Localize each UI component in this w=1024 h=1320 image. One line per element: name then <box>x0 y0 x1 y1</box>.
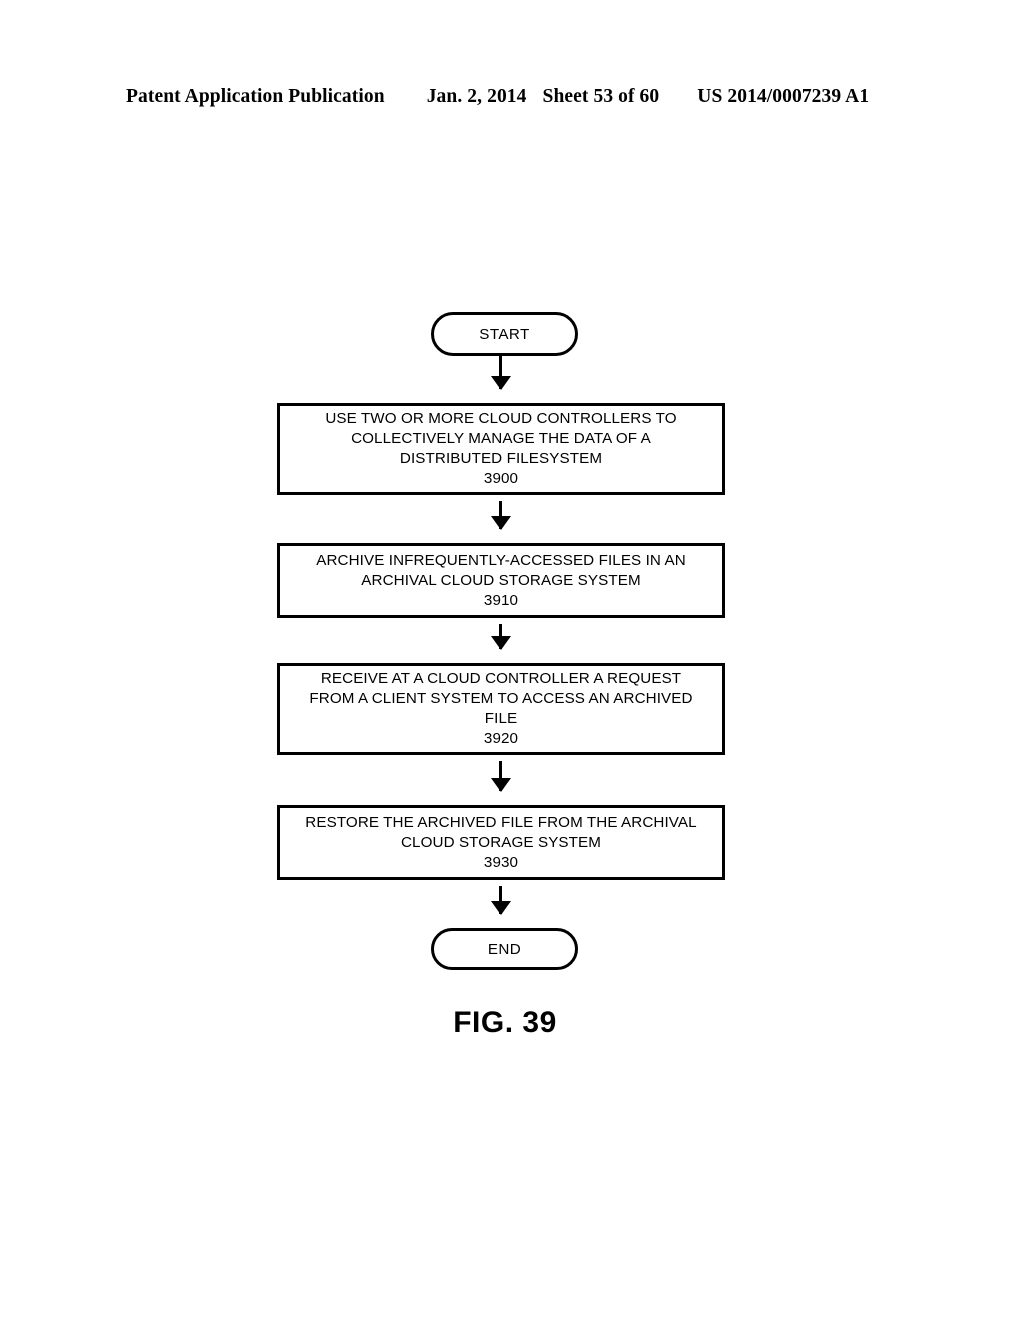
flow-node-3920: RECEIVE AT A CLOUD CONTROLLER A REQUEST … <box>277 663 728 758</box>
flow-node-3910: ARCHIVE INFREQUENTLY-ACCESSED FILES IN A… <box>277 543 728 621</box>
flow-node-start: START <box>431 312 581 359</box>
flow-node-3900-line-3: DISTRIBUTED FILESYSTEM <box>399 450 603 467</box>
figure-caption: FIG. 39 <box>453 1006 557 1039</box>
flow-node-3920-line-2: FROM A CLIENT SYSTEM TO ACCESS AN ARCHIV… <box>309 690 693 707</box>
flow-node-3910-ref: 3910 <box>483 591 519 609</box>
flow-node-3900-line-2: COLLECTIVELY MANAGE THE DATA OF A <box>351 430 651 447</box>
flow-node-end: END <box>431 928 581 973</box>
flow-node-3930-line-2: CLOUD STORAGE SYSTEM <box>400 833 602 851</box>
connector-3910-to-3920 <box>490 624 511 650</box>
flowchart-diagram: START USE TWO OR MORE CLOUD CONTROLLERS … <box>0 0 1024 1320</box>
connector-3930-to-end <box>490 886 511 915</box>
flow-node-3920-line-1: RECEIVE AT A CLOUD CONTROLLER A REQUEST <box>320 670 682 687</box>
flow-node-3930: RESTORE THE ARCHIVED FILE FROM THE ARCHI… <box>277 805 728 883</box>
flow-node-end-label: END <box>487 940 522 958</box>
flow-node-3920-ref: 3920 <box>483 730 519 747</box>
flow-node-3900-ref: 3900 <box>483 470 519 487</box>
flow-node-3910-line-1: ARCHIVE INFREQUENTLY-ACCESSED FILES IN A… <box>316 551 686 569</box>
flow-node-3920-line-3: FILE <box>484 710 518 727</box>
flow-node-3900-line-1: USE TWO OR MORE CLOUD CONTROLLERS TO <box>325 410 677 427</box>
connector-3920-to-3930 <box>490 761 511 792</box>
flow-node-start-label: START <box>479 325 530 343</box>
flow-node-3930-line-1: RESTORE THE ARCHIVED FILE FROM THE ARCHI… <box>305 813 697 831</box>
flow-node-3910-line-2: ARCHIVAL CLOUD STORAGE SYSTEM <box>361 571 641 589</box>
flow-node-3900: USE TWO OR MORE CLOUD CONTROLLERS TO COL… <box>277 403 728 498</box>
flow-node-3930-ref: 3930 <box>483 853 519 871</box>
connector-3900-to-3910 <box>490 501 511 530</box>
connector-start-to-3900 <box>490 356 511 390</box>
